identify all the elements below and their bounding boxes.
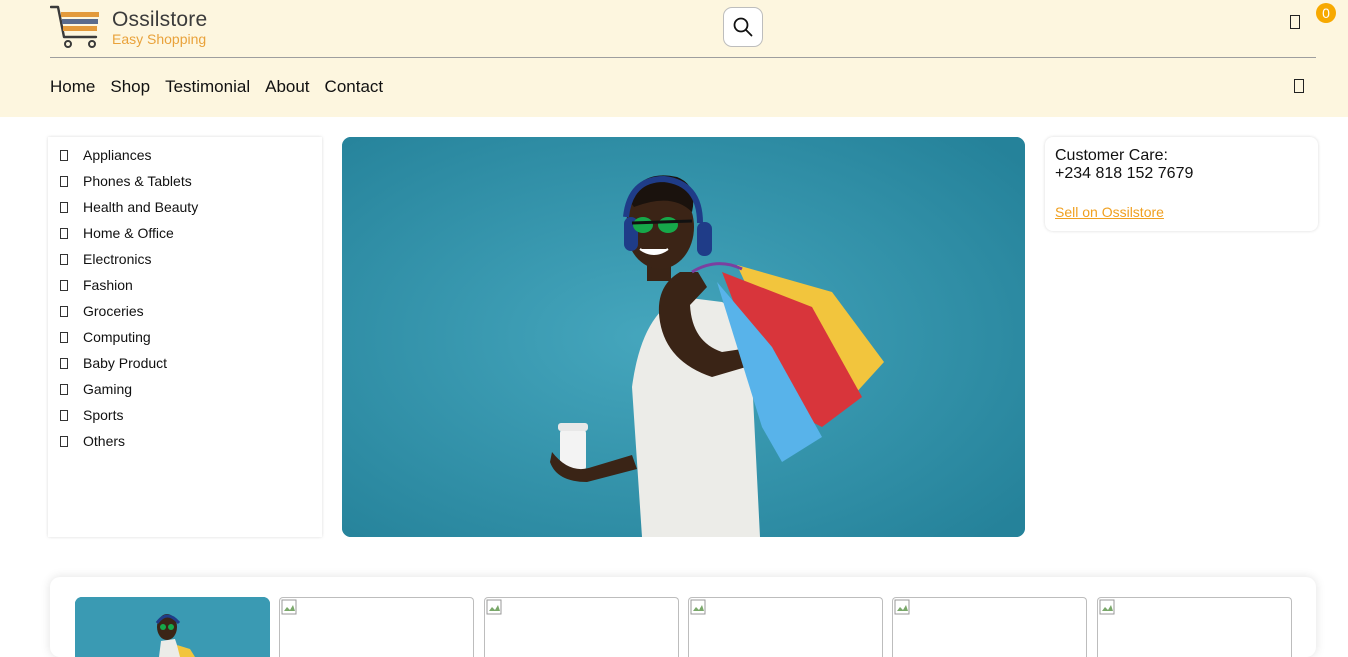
category-icon xyxy=(60,357,68,369)
thumbnail-carousel xyxy=(50,577,1316,657)
site-header: Ossilstore Easy Shopping 0 Home Shop Tes… xyxy=(0,0,1348,117)
category-label: Sports xyxy=(83,407,124,423)
nav-about[interactable]: About xyxy=(265,77,309,97)
category-icon xyxy=(60,253,68,265)
category-label: Others xyxy=(83,433,126,449)
category-others[interactable]: Others xyxy=(60,433,125,449)
category-fashion[interactable]: Fashion xyxy=(60,277,133,293)
thumbnail-active[interactable] xyxy=(75,597,270,657)
thumbnail-image xyxy=(75,597,270,657)
hero-banner-image[interactable] xyxy=(342,137,1025,537)
nav-shop[interactable]: Shop xyxy=(110,77,150,97)
category-label: Gaming xyxy=(83,381,133,397)
category-groceries[interactable]: Groceries xyxy=(60,303,144,319)
category-health-beauty[interactable]: Health and Beauty xyxy=(60,199,198,215)
thumbnail-item[interactable] xyxy=(279,597,474,657)
customer-care-title: Customer Care: xyxy=(1055,147,1168,164)
broken-image-icon xyxy=(690,599,706,615)
thumbnail-item[interactable] xyxy=(892,597,1087,657)
category-icon xyxy=(60,227,68,239)
customer-care-card: Customer Care: +234 818 152 7679 Sell on… xyxy=(1045,137,1318,231)
category-icon xyxy=(60,409,68,421)
customer-care-phone: +234 818 152 7679 xyxy=(1055,165,1194,182)
broken-image-icon xyxy=(1099,599,1115,615)
category-icon xyxy=(60,279,68,291)
category-icon xyxy=(60,305,68,317)
broken-image-icon xyxy=(894,599,910,615)
category-label: Fashion xyxy=(83,277,133,293)
search-button[interactable] xyxy=(723,7,763,47)
category-label: Appliances xyxy=(83,147,152,163)
broken-image-icon xyxy=(281,599,297,615)
category-icon xyxy=(60,175,68,187)
category-label: Home & Office xyxy=(83,225,174,241)
broken-image-icon xyxy=(486,599,502,615)
category-label: Baby Product xyxy=(83,355,168,371)
category-sidebar: Appliances Phones & Tablets Health and B… xyxy=(48,137,322,537)
category-label: Phones & Tablets xyxy=(83,173,192,189)
category-icon xyxy=(60,149,68,161)
category-icon xyxy=(60,201,68,213)
category-label: Groceries xyxy=(83,303,144,319)
category-label: Computing xyxy=(83,329,151,345)
header-divider xyxy=(50,57,1316,58)
thumbnail-item[interactable] xyxy=(484,597,679,657)
sell-on-ossilstore-link[interactable]: Sell on Ossilstore xyxy=(1055,204,1164,220)
category-gaming[interactable]: Gaming xyxy=(60,381,132,397)
category-icon xyxy=(60,383,68,395)
nav-testimonial[interactable]: Testimonial xyxy=(165,77,250,97)
site-logo[interactable]: Ossilstore Easy Shopping xyxy=(50,4,210,50)
cart-logo-icon xyxy=(50,5,99,48)
brand-tagline: Easy Shopping xyxy=(112,31,207,47)
category-computing[interactable]: Computing xyxy=(60,329,151,345)
category-appliances[interactable]: Appliances xyxy=(60,147,152,163)
menu-icon[interactable] xyxy=(1294,79,1304,93)
cart-count-badge: 0 xyxy=(1316,3,1336,23)
category-phones-tablets[interactable]: Phones & Tablets xyxy=(60,173,192,189)
category-icon xyxy=(60,331,68,343)
category-electronics[interactable]: Electronics xyxy=(60,251,151,267)
category-sports[interactable]: Sports xyxy=(60,407,123,423)
main-nav: Home Shop Testimonial About Contact xyxy=(50,77,398,97)
nav-contact[interactable]: Contact xyxy=(325,77,384,97)
category-home-office[interactable]: Home & Office xyxy=(60,225,174,241)
thumbnail-item[interactable] xyxy=(1097,597,1292,657)
thumbnail-item[interactable] xyxy=(688,597,883,657)
category-label: Health and Beauty xyxy=(83,199,199,215)
category-baby-product[interactable]: Baby Product xyxy=(60,355,167,371)
brand-name: Ossilstore xyxy=(112,8,208,31)
category-label: Electronics xyxy=(83,251,152,267)
category-icon xyxy=(60,435,68,447)
cart-icon[interactable] xyxy=(1290,15,1300,29)
nav-home[interactable]: Home xyxy=(50,77,95,97)
search-icon xyxy=(733,17,753,37)
shopper-illustration xyxy=(342,137,1025,537)
